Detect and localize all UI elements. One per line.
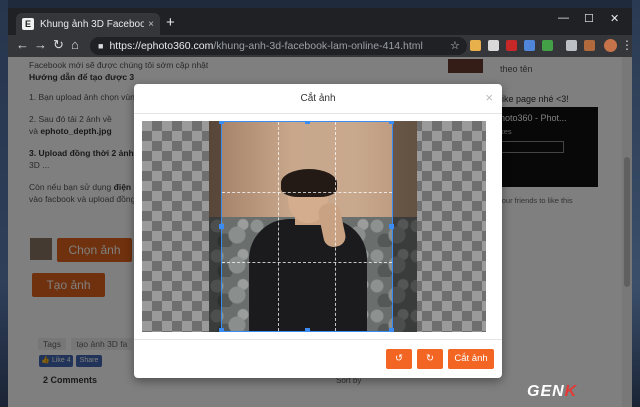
reload-icon[interactable]: ↻ [53,38,64,52]
crop-grid-line [278,122,279,331]
crop-handle-ne[interactable] [389,121,394,124]
minimize-icon[interactable]: — [558,12,569,24]
rotate-left-icon: ↺ [395,353,403,364]
tab-bar: E Khung ảnh 3D Facebook làm onl × + — ☐ … [8,8,632,35]
address-bar[interactable]: ■ https://ephoto360.com/khung-anh-3d-fac… [90,37,467,55]
dialog-header: Cắt ảnh × [134,84,502,114]
url-text: https://ephoto360.com/khung-anh-3d-faceb… [109,40,422,52]
rotate-right-icon: ↻ [426,353,434,364]
crop-handle-s[interactable] [305,328,310,332]
dialog-footer: ↺ ↻ Cắt ảnh [134,339,502,378]
browser-window: E Khung ảnh 3D Facebook làm onl × + — ☐ … [8,8,632,407]
crop-handle-se[interactable] [389,328,394,332]
menu-icon[interactable]: ⋮ [621,38,632,52]
crop-handle-e[interactable] [389,224,394,229]
crop-grid-line [222,262,392,263]
home-icon[interactable]: ⌂ [71,38,79,52]
crop-canvas[interactable] [142,121,486,332]
desktop-background-left [0,0,8,407]
extension-icon[interactable] [542,40,553,51]
browser-toolbar: ← → ↻ ⌂ ■ https://ephoto360.com/khung-an… [8,35,632,57]
extension-icon[interactable] [584,40,595,51]
genk-watermark: GENK [527,383,578,400]
extension-icon[interactable] [488,40,499,51]
close-icon[interactable]: × [485,90,493,105]
back-icon[interactable]: ← [16,38,29,52]
lock-icon: ■ [98,41,104,51]
browser-tab[interactable]: E Khung ảnh 3D Facebook làm onl × [16,13,160,35]
crop-grid-line [222,192,392,193]
extension-icon[interactable] [470,40,481,51]
new-tab-icon[interactable]: + [166,14,175,31]
puzzle-extensions-icon[interactable] [566,40,577,51]
url-host: https://ephoto360.com [109,40,214,52]
tab-close-icon[interactable]: × [148,19,154,30]
rotate-left-button[interactable]: ↺ [386,349,412,369]
rotate-right-button[interactable]: ↻ [417,349,443,369]
maximize-icon[interactable]: ☐ [584,12,594,25]
crop-handle-w[interactable] [219,224,224,229]
url-path: /khung-anh-3d-facebook-lam-online-414.ht… [213,40,423,52]
crop-handle-nw[interactable] [219,121,224,124]
dialog-title: Cắt ảnh [300,93,336,104]
extension-icon[interactable] [524,40,535,51]
crop-image-dialog: Cắt ảnh × ↺ ↻ Cắt ảnh [134,84,502,378]
ephoto-favicon-icon: E [22,18,34,30]
crop-button[interactable]: Cắt ảnh [448,349,494,369]
crop-selection-box[interactable] [219,121,394,332]
crop-handle-sw[interactable] [219,328,224,332]
desktop-background-right [632,0,640,407]
web-page: Facebook mới sẽ được chúng tôi sớm cập n… [8,57,632,407]
crop-grid-line [335,122,336,331]
crop-mask-right [393,121,417,332]
profile-avatar[interactable] [604,39,617,52]
bookmark-star-icon[interactable]: ☆ [450,39,460,52]
tab-title: Khung ảnh 3D Facebook làm onl [40,18,145,30]
forward-icon[interactable]: → [34,38,47,52]
close-window-icon[interactable]: ✕ [610,12,619,25]
extension-icon[interactable] [506,40,517,51]
crop-handle-n[interactable] [305,121,310,124]
